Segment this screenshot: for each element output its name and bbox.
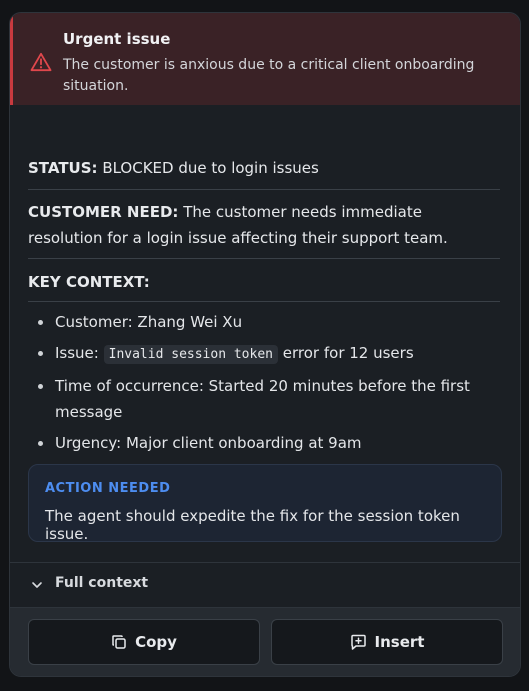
action-footer: Copy Insert [10, 608, 520, 676]
key-context-label: KEY CONTEXT: [28, 273, 150, 291]
insert-button[interactable]: Insert [271, 619, 503, 665]
time-of-occurrence: Time of occurrence: Started 20 minutes b… [55, 377, 470, 421]
action-needed-text: The agent should expedite the fix for th… [45, 507, 460, 543]
alert-message: The customer is anxious due to a critica… [63, 57, 475, 94]
action-needed-box: ACTION NEEDED The agent should expedite … [28, 464, 502, 543]
customer-need-row: CUSTOMER NEED: The customer needs immedi… [28, 199, 500, 251]
status-row: STATUS: BLOCKED due to login issues [28, 155, 500, 181]
status-text: BLOCKED due to login issues [102, 159, 319, 177]
list-item: Issue: Invalid session token error for 1… [38, 340, 515, 368]
divider [28, 189, 500, 190]
status-label: STATUS: [28, 159, 98, 177]
full-context-toggle[interactable]: Full context [10, 563, 520, 607]
action-needed-title: ACTION NEEDED [45, 481, 171, 496]
divider [28, 301, 500, 302]
key-context-row: KEY CONTEXT: [28, 269, 500, 295]
copy-button[interactable]: Copy [28, 619, 260, 665]
issue-prefix: Issue: [55, 344, 99, 362]
customer-name: Customer: Zhang Wei Xu [55, 313, 243, 331]
customer-need-label: CUSTOMER NEED: [28, 203, 179, 221]
summary-panel: Urgent issue The customer is anxious due… [9, 12, 521, 677]
urgency: Urgency: Major client onboarding at 9am [55, 434, 362, 452]
alert-title: Urgent issue [63, 30, 171, 48]
copy-label: Copy [135, 633, 177, 651]
full-context-label: Full context [55, 575, 149, 591]
insert-icon [350, 634, 366, 650]
list-item: Time of occurrence: Started 20 minutes b… [38, 373, 515, 425]
insert-label: Insert [374, 633, 425, 651]
urgent-alert: Urgent issue The customer is anxious due… [10, 13, 520, 105]
list-item: Customer: Zhang Wei Xu [38, 309, 515, 335]
copy-icon [112, 635, 126, 649]
key-context-list: Customer: Zhang Wei Xu Issue: Invalid se… [28, 309, 515, 461]
divider [28, 258, 500, 259]
issue-code: Invalid session token [103, 345, 278, 364]
issue-suffix: error for 12 users [282, 344, 414, 362]
warning-icon [30, 52, 52, 72]
chevron-down-icon [32, 582, 42, 588]
list-item: Urgency: Major client onboarding at 9am [38, 430, 515, 456]
